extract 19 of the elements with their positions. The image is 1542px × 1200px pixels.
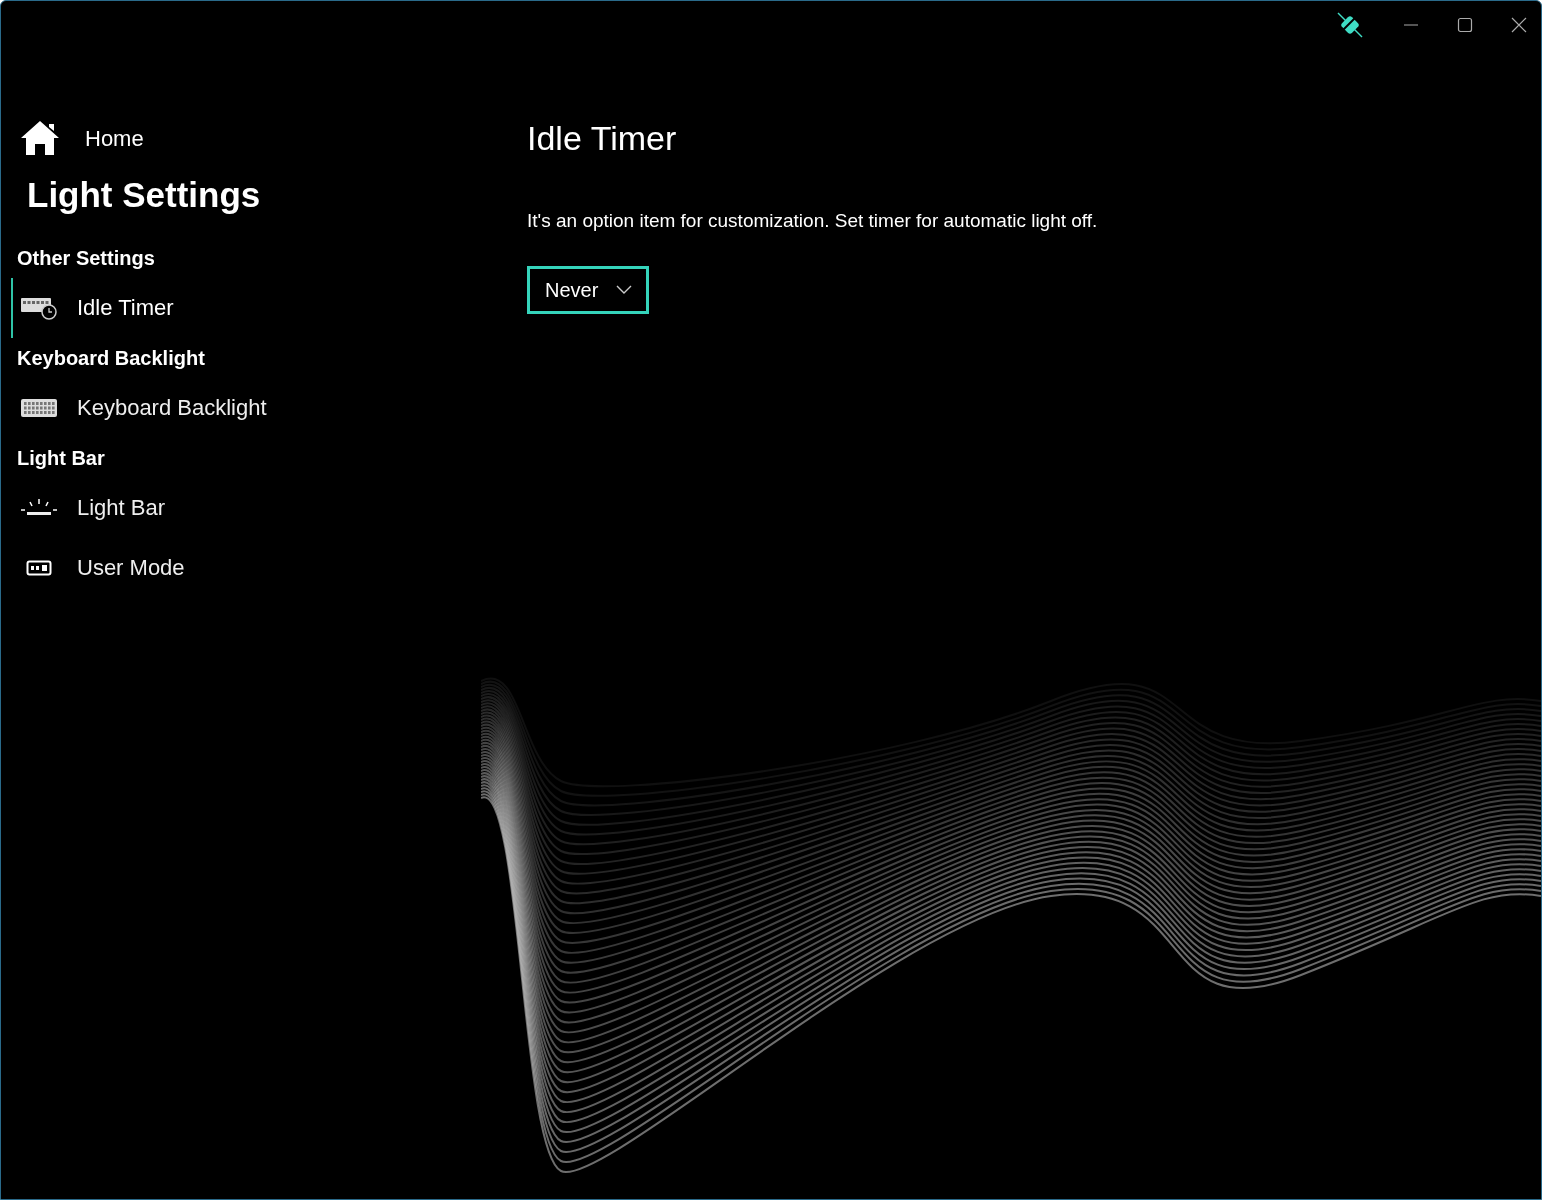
close-icon[interactable] (1511, 17, 1527, 33)
user-mode-icon (26, 558, 52, 577)
page-heading: Idle Timer (527, 121, 678, 155)
chevron-down-icon (616, 284, 633, 295)
section-heading: Other Settings (17, 245, 156, 271)
keyboard-icon (20, 396, 58, 419)
section-heading: Light Bar (17, 445, 106, 471)
plug-icon[interactable] (1335, 10, 1365, 40)
section-heading: Keyboard Backlight (17, 345, 206, 371)
timer-dropdown[interactable]: Never (527, 265, 649, 314)
nav-item[interactable]: Light Bar (11, 477, 511, 538)
maximize-icon[interactable] (1457, 17, 1473, 33)
nav-item[interactable]: Idle Timer (11, 277, 511, 338)
nav-item[interactable]: Keyboard Backlight (11, 377, 511, 438)
description-text: It's an option item for customization. Set timer for automatic light off. (527, 209, 1098, 233)
home-link[interactable]: Home (17, 113, 511, 163)
home-icon (19, 119, 61, 157)
nav-item[interactable]: User Mode (11, 537, 511, 598)
sidebar-title: Light Settings (26, 174, 262, 216)
